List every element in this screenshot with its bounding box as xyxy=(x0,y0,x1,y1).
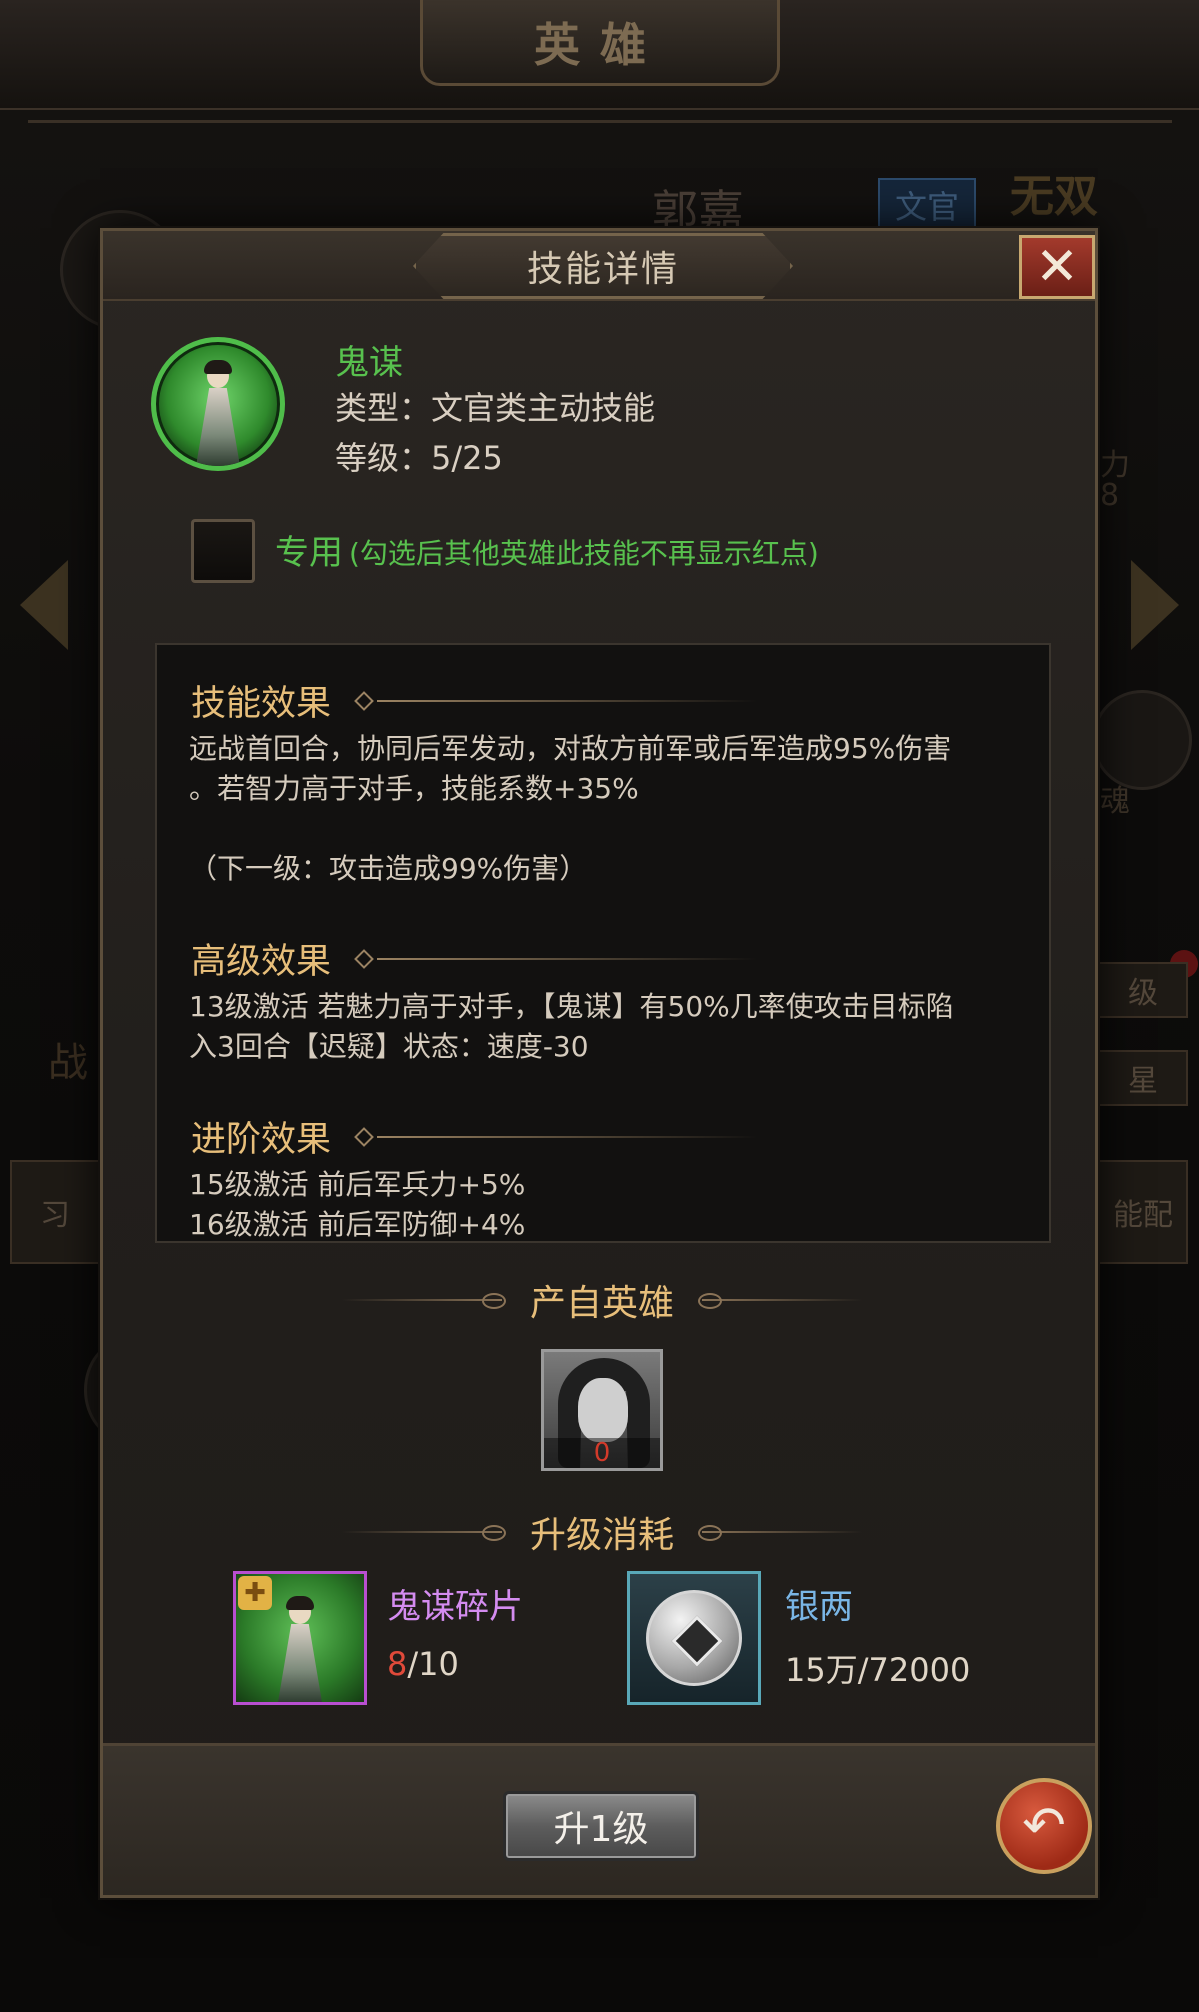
skill-level: 等级：5/25 xyxy=(335,439,503,477)
section-divider xyxy=(354,691,757,711)
advanced-effect-text: 13级激活 若魅力高于对手，【鬼谋】有50%几率使攻击目标陷 入3回合【迟疑】状… xyxy=(189,990,954,1063)
silver-name: 银两 xyxy=(785,1587,853,1627)
background-soul-label: 魂 xyxy=(1100,784,1130,819)
top-banner: 英雄 xyxy=(0,0,1199,110)
source-hero-portrait[interactable]: 0 xyxy=(541,1349,663,1471)
screen-title: 英雄 xyxy=(534,17,666,72)
skill-icon xyxy=(151,337,285,471)
back-arrow-icon: ↶ xyxy=(1022,1796,1066,1856)
background-hero-type: 文官 xyxy=(878,178,976,232)
fragment-required: /10 xyxy=(407,1645,459,1683)
close-icon: ✕ xyxy=(1035,237,1079,297)
source-hero-count: 0 xyxy=(544,1438,660,1468)
background-war-label: 战 xyxy=(48,1040,88,1086)
skill-effect-title: 技能效果 xyxy=(191,684,332,724)
promotion-effect-text: 15级激活 前后军兵力+5% 16级激活 前后军防御+4% xyxy=(189,1168,526,1241)
silver-amount: 15万/72000 xyxy=(785,1645,970,1691)
screen-title-plate: 英雄 xyxy=(420,0,780,86)
dialog-header: 技能详情 ✕ xyxy=(103,231,1095,301)
puzzle-piece-icon: ✚ xyxy=(238,1576,272,1610)
dialog-title: 技能详情 xyxy=(526,249,679,290)
skill-fragment-item[interactable]: ✚ xyxy=(233,1571,367,1705)
upgrade-cost-title: 升级消耗 xyxy=(529,1515,674,1556)
exclusive-label: 专用 xyxy=(275,533,343,573)
skill-effect-text: 远战首回合，协同后军发动，对敌方前军或后军造成95%伤害 。若智力高于对手，技能… xyxy=(189,732,952,885)
source-heroes-heading: 产自英雄 xyxy=(322,1275,882,1325)
upgrade-button[interactable]: 升1级 xyxy=(503,1791,699,1861)
skill-name: 鬼谋 xyxy=(335,343,403,383)
silver-current: 15万 xyxy=(785,1651,858,1689)
silver-coin-icon xyxy=(646,1590,742,1686)
background-learn-button[interactable]: 习 xyxy=(10,1160,100,1264)
fragment-current: 8 xyxy=(387,1645,408,1683)
background-frame xyxy=(28,120,1172,170)
background-skill-config-button[interactable]: 能配 xyxy=(1098,1160,1188,1264)
dialog-footer: 升1级 ↶ xyxy=(103,1743,1095,1895)
back-button[interactable]: ↶ xyxy=(996,1778,1092,1874)
background-level-button[interactable]: 级 xyxy=(1098,962,1188,1018)
background-stat-value: 8 xyxy=(1100,478,1120,513)
advanced-effect-title: 高级效果 xyxy=(191,942,332,982)
exclusive-checkbox[interactable] xyxy=(191,519,255,583)
prev-hero-arrow-icon[interactable] xyxy=(20,560,68,650)
close-button[interactable]: ✕ xyxy=(1019,235,1095,299)
exclusive-note: (勾选后其他英雄此技能不再显示红点) xyxy=(349,537,819,570)
source-heroes-title: 产自英雄 xyxy=(529,1283,674,1324)
dialog-title-plate: 技能详情 xyxy=(413,233,793,299)
strategist-figure-icon xyxy=(270,1594,330,1702)
upgrade-cost-heading: 升级消耗 xyxy=(322,1507,882,1557)
silver-required: /72000 xyxy=(857,1651,971,1689)
background-soul-icon[interactable] xyxy=(1092,690,1192,790)
strategist-figure-icon xyxy=(188,358,248,466)
skill-detail-dialog: 技能详情 ✕ 鬼谋 类型：文官类主动技能 等级：5/25 专用 (勾选后其他英雄… xyxy=(100,228,1098,1898)
section-divider xyxy=(354,949,757,969)
section-divider xyxy=(354,1127,757,1147)
skill-type: 类型：文官类主动技能 xyxy=(335,389,656,427)
silver-item[interactable] xyxy=(627,1571,761,1705)
next-hero-arrow-icon[interactable] xyxy=(1131,560,1179,650)
promotion-effect-title: 进阶效果 xyxy=(191,1120,332,1160)
fragment-amount: 8/10 xyxy=(387,1645,459,1683)
effects-scroll-panel[interactable]: 技能效果 远战首回合，协同后军发动，对敌方前军或后军造成95%伤害 。若智力高于… xyxy=(155,643,1051,1243)
fragment-name: 鬼谋碎片 xyxy=(387,1587,523,1627)
background-star-button[interactable]: 星 xyxy=(1098,1050,1188,1106)
